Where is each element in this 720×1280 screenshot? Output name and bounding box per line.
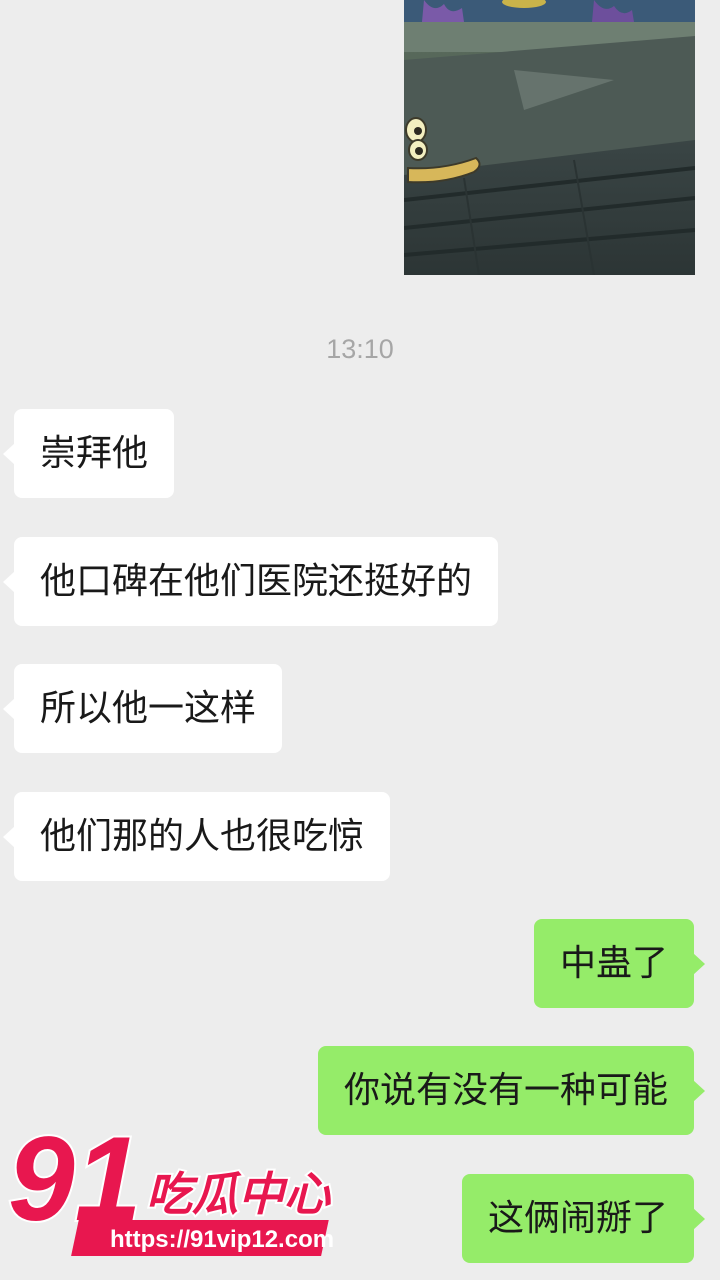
- watermark-title: 吃瓜中心: [146, 1167, 332, 1221]
- incoming-message-bubble[interactable]: 崇拜他: [2, 409, 175, 498]
- watermark-graphic: 91 吃瓜中心 https://91vip12.com: [6, 1110, 334, 1256]
- outgoing-message-bubble[interactable]: 中蛊了: [533, 919, 706, 1008]
- incoming-message-bubble[interactable]: 他们那的人也很吃惊: [2, 792, 391, 881]
- incoming-message-bubble[interactable]: 他口碑在他们医院还挺好的: [2, 537, 499, 626]
- shared-image[interactable]: [404, 0, 695, 275]
- chat-screen: 13:10 崇拜他 他口碑在他们医院还挺好的 所以他一这样 他们那的人也很吃惊 …: [0, 0, 720, 1280]
- watermark-url: https://91vip12.com: [110, 1226, 334, 1253]
- watermark-logo: 91 吃瓜中心 https://91vip12.com: [6, 1110, 356, 1270]
- message-timestamp: 13:10: [326, 334, 394, 364]
- incoming-message-bubble[interactable]: 所以他一这样: [2, 664, 283, 753]
- cartoon-image: [404, 0, 695, 275]
- outgoing-message-bubble[interactable]: 这俩闹掰了: [461, 1174, 706, 1263]
- outgoing-message-bubble[interactable]: 你说有没有一种可能: [317, 1046, 706, 1135]
